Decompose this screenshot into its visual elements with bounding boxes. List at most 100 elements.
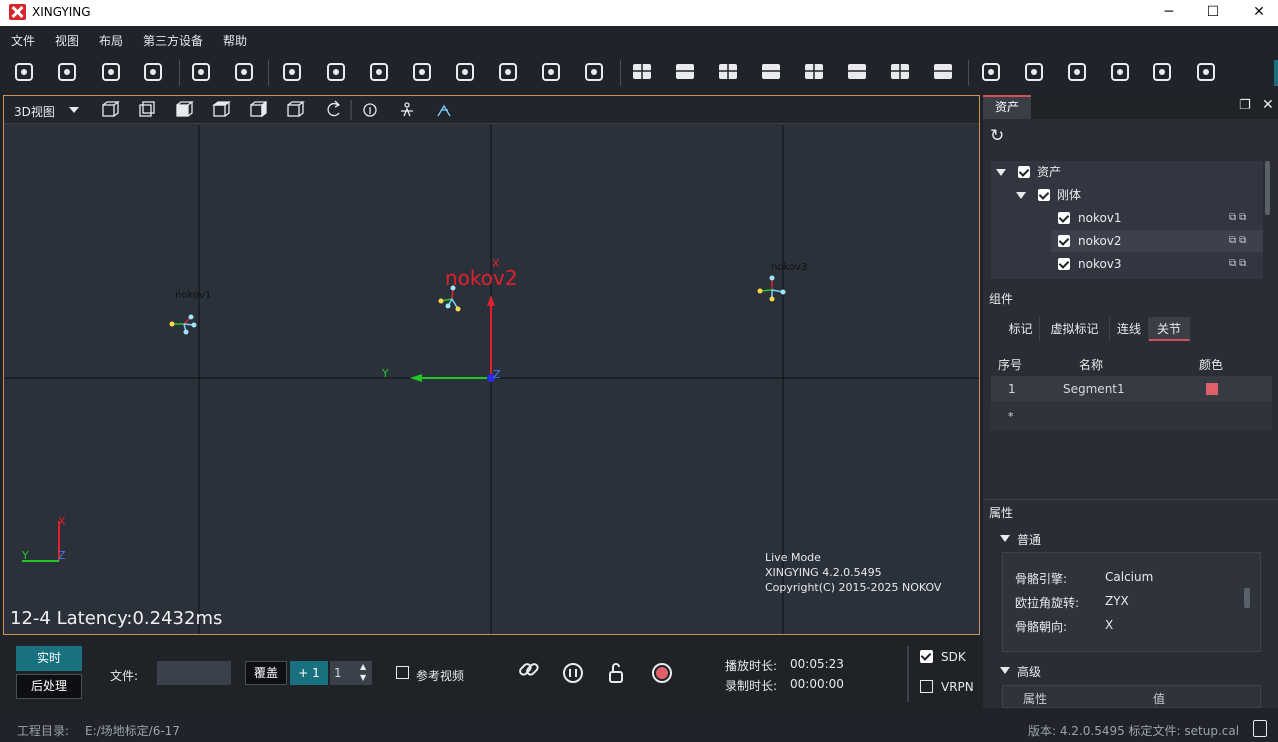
tab-joints[interactable]: 关节 [1149,317,1190,341]
record-button[interactable] [652,663,672,683]
tree-item-nokov2[interactable]: nokov2 [1078,230,1122,252]
layout-5-icon[interactable] [805,64,823,79]
2d-icon[interactable] [1025,63,1043,81]
tree-scrollbar[interactable] [1265,161,1270,215]
viewport-3d[interactable]: 3D视图 X Y Z nokov2 nokov1 nokov3 X Y Z Li… [3,95,980,635]
calibration-file-icon[interactable] [1253,720,1267,737]
tab-assets[interactable]: 资产 [983,95,1031,119]
menu-help[interactable]: 帮助 [223,32,247,49]
menu-bar: 文件 视图 布局 第三方设备 帮助 [0,26,1278,52]
skeleton-icon[interactable] [1153,63,1171,81]
stepper-down-icon[interactable]: ▼ [360,673,366,682]
tab-markers[interactable]: 标记 [1002,317,1040,341]
ruler-icon[interactable] [58,63,76,81]
view-back-icon[interactable] [139,101,155,117]
checkbox-nokov1[interactable] [1058,212,1070,224]
layout-3-icon[interactable] [719,64,737,79]
overwrite-button[interactable]: 覆盖 [245,661,287,685]
mirror-icon[interactable] [235,63,253,81]
layout-8-icon[interactable] [934,64,952,79]
file-field[interactable] [157,661,231,685]
float-panel-icon[interactable]: ❐ [1239,98,1251,113]
link-icon[interactable] [519,663,539,676]
layout-7-icon[interactable] [891,64,909,79]
version-text: XINGYING 4.2.0.5495 [765,566,882,579]
ref-video-checkbox[interactable] [396,666,409,679]
marker-info-icon[interactable] [363,103,377,117]
table-new-row[interactable]: * [991,403,1272,430]
tree-root-label[interactable]: 资产 [1037,161,1061,183]
rigid-body-tools-icon[interactable]: ⧉⧉ [1229,235,1249,246]
view-left-icon[interactable] [176,101,194,117]
menu-view[interactable]: 视图 [55,32,79,49]
fullscreen-icon[interactable] [327,63,345,81]
menu-third-party[interactable]: 第三方设备 [143,32,203,49]
stepper-up-icon[interactable]: ▲ [360,662,366,671]
hide-icon[interactable] [192,63,210,81]
layout-6-icon[interactable] [848,64,866,79]
open-folder-icon[interactable] [15,63,33,81]
maximize-button[interactable]: ☐ [1190,0,1236,26]
table-row[interactable]: 1 Segment1 [991,376,1272,402]
plus-one-button[interactable]: + 1 [290,661,328,685]
rigid-body-tools-icon[interactable]: ⧉⧉ [1229,258,1249,269]
tab-virtual-markers[interactable]: 虚拟标记 [1040,317,1110,341]
marker-nokov3[interactable]: nokov3 [757,262,808,302]
realtime-button[interactable]: 实时 [16,646,82,671]
bar-chart-icon[interactable] [1197,63,1215,81]
number-stepper[interactable]: 1 ▲ ▼ [330,661,372,685]
marker-nokov1[interactable]: nokov1 [169,290,212,335]
skeleton-view-icon[interactable] [401,102,413,117]
rigid-body-tools-icon[interactable]: ⧉⧉ [1229,212,1249,223]
stepper-value[interactable]: 1 [334,666,342,680]
expand-icon[interactable] [1000,535,1010,542]
properties-scrollbar[interactable] [1244,588,1250,608]
checkbox-rigid-body[interactable] [1038,189,1050,201]
video-icon[interactable] [413,63,431,81]
pause-button[interactable] [563,663,583,683]
minimize-button[interactable]: ─ [1146,0,1192,26]
property-row: 骨骼朝向: X [1015,618,1114,634]
menu-file[interactable]: 文件 [11,32,35,49]
layout-1-icon[interactable] [633,64,651,79]
settings-icon[interactable] [585,63,603,81]
tree-item-nokov1[interactable]: nokov1 [1078,207,1122,229]
view-front-icon[interactable] [102,101,120,117]
unlock-icon[interactable] [609,663,623,683]
refresh-view-icon[interactable] [327,100,341,117]
view-right-icon[interactable] [212,101,231,117]
view-bottom-icon[interactable] [287,101,305,117]
expand-icon[interactable] [996,169,1006,176]
save-as-icon[interactable] [144,63,162,81]
checkbox-nokov3[interactable] [1058,258,1070,270]
close-button[interactable]: ✕ [1236,0,1278,26]
tab-links[interactable]: 连线 [1110,317,1149,341]
row-color-swatch[interactable] [1206,383,1218,395]
save-icon[interactable] [102,63,120,81]
layout-2-icon[interactable] [676,64,694,79]
capture-icon[interactable] [982,63,1000,81]
calibrate-icon[interactable] [370,63,388,81]
view-top-icon[interactable] [250,100,267,118]
3d-icon[interactable] [1068,63,1086,81]
layers-icon[interactable] [499,63,517,81]
menu-layout[interactable]: 布局 [99,32,123,49]
scene-canvas[interactable]: X Y Z nokov2 nokov1 nokov3 X Y Z [4,125,979,635]
tree-group-label[interactable]: 刚体 [1057,184,1081,206]
axis-view-icon[interactable] [437,104,451,117]
expand-icon[interactable] [1016,192,1026,199]
close-panel-icon[interactable]: ✕ [1262,97,1274,113]
camera-icon[interactable] [283,63,301,81]
network-icon[interactable] [542,63,560,81]
replay-icon[interactable] [456,63,474,81]
refresh-icon[interactable]: ↻ [990,126,1004,146]
vrpn-checkbox[interactable] [920,680,933,693]
sdk-checkbox[interactable] [920,650,933,663]
expand-icon[interactable] [1000,667,1010,674]
postprocess-button[interactable]: 后处理 [16,674,82,699]
tree-item-nokov3[interactable]: nokov3 [1078,253,1122,275]
layout-4-icon[interactable] [762,64,780,79]
speed-icon[interactable] [1111,63,1129,81]
checkbox-nokov2[interactable] [1058,235,1070,247]
checkbox-assets[interactable] [1018,166,1030,178]
